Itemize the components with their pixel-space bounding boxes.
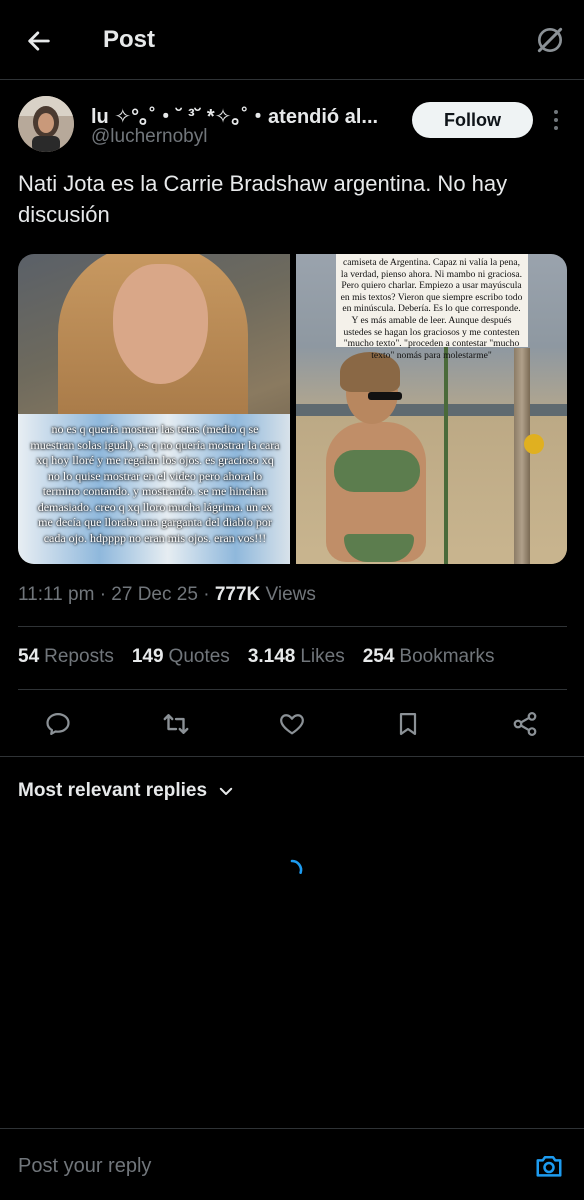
stat-reposts[interactable]: 54 Reposts [18,646,114,668]
top-bar: Post [0,0,584,80]
stat-count: 254 [362,646,395,667]
bookmark-button[interactable] [392,708,424,740]
post-text: Nati Jota es la Carrie Bradshaw argentin… [18,171,508,227]
like-icon [280,714,304,735]
grok-icon [537,27,563,53]
post-time: 11:11 pm [18,584,95,605]
meta-separator: · [99,584,112,605]
loading-spinner-icon [290,859,303,874]
image-bikini-top [333,450,420,492]
image-pole [513,348,530,564]
repost-icon [163,714,189,734]
image-flower [523,434,544,454]
camera-icon [536,1156,562,1177]
post-image-1[interactable]: no es q quería mostrar las tetas (medio … [18,254,290,564]
divider [18,626,567,627]
share-button[interactable] [509,708,541,740]
more-dots-icon [554,118,558,122]
more-dots-icon [554,110,558,114]
image-bikini-bottom [343,534,414,562]
reply-composer: Post your reply [0,1128,584,1200]
stat-label: Bookmarks [399,646,495,667]
stat-count: 54 [18,646,40,667]
action-bar [0,700,584,750]
like-button[interactable] [276,708,308,740]
replies-sort-dropdown[interactable]: Most relevant replies [18,780,235,802]
more-dots-icon [554,126,558,130]
camera-button[interactable] [534,1151,564,1181]
views-count: 777K [214,584,261,605]
repost-button[interactable] [160,708,192,740]
stat-likes[interactable]: 3.148 Likes [248,646,345,668]
meta-separator: · [203,584,215,605]
divider [18,689,567,690]
follow-button[interactable]: Follow [412,102,533,138]
views-label[interactable]: Views [266,584,316,605]
image-2-note-text: camiseta de Argentina. Capaz ni valía la… [335,254,528,361]
stat-label: Reposts [44,646,114,667]
page-title: Post [103,26,156,53]
section-divider [0,756,584,757]
image-1-overlay-text: no es q quería mostrar las tetas (medio … [30,422,280,545]
post-stats: 54 Reposts 149 Quotes 3.148 Likes 254 Bookma… [18,646,494,668]
post-meta: 11:11 pm · 27 Dec 25 · 777K Views [18,584,316,606]
back-button[interactable] [22,24,56,58]
bookmark-icon [399,712,417,736]
stat-quotes[interactable]: 149 Quotes [132,646,230,668]
user-handle[interactable]: @luchernobyl [91,126,207,148]
post-image-2[interactable]: camiseta de Argentina. Capaz ni valía la… [295,254,567,564]
more-options-button[interactable] [544,106,568,134]
avatar[interactable] [18,96,74,152]
image-rope [443,346,448,564]
arrow-left-icon [28,31,50,51]
post-media: no es q quería mostrar las tetas (medio … [18,254,567,564]
post-date: 27 Dec 25 [111,584,198,605]
display-name[interactable]: lu ✧°｡˚・˘ ³˘ *✧｡˚・atendió al... [91,100,378,129]
stat-label: Likes [300,646,345,667]
image-face-shape [113,264,208,384]
reply-button[interactable] [42,708,74,740]
stat-count: 3.148 [247,646,296,667]
stat-bookmarks[interactable]: 254 Bookmarks [363,646,495,668]
reply-input[interactable]: Post your reply [18,1155,151,1178]
avatar-photo [18,96,74,152]
chevron-down-icon [219,787,233,795]
share-icon [513,712,537,736]
reply-icon [46,712,70,736]
grok-button[interactable] [532,22,568,58]
replies-sort-label: Most relevant replies [18,780,208,801]
image-sunglasses [367,392,402,400]
stat-count: 149 [131,646,164,667]
stat-label: Quotes [168,646,230,667]
post-author: lu ✧°｡˚・˘ ³˘ *✧｡˚・atendió al... @luchern… [0,80,584,160]
